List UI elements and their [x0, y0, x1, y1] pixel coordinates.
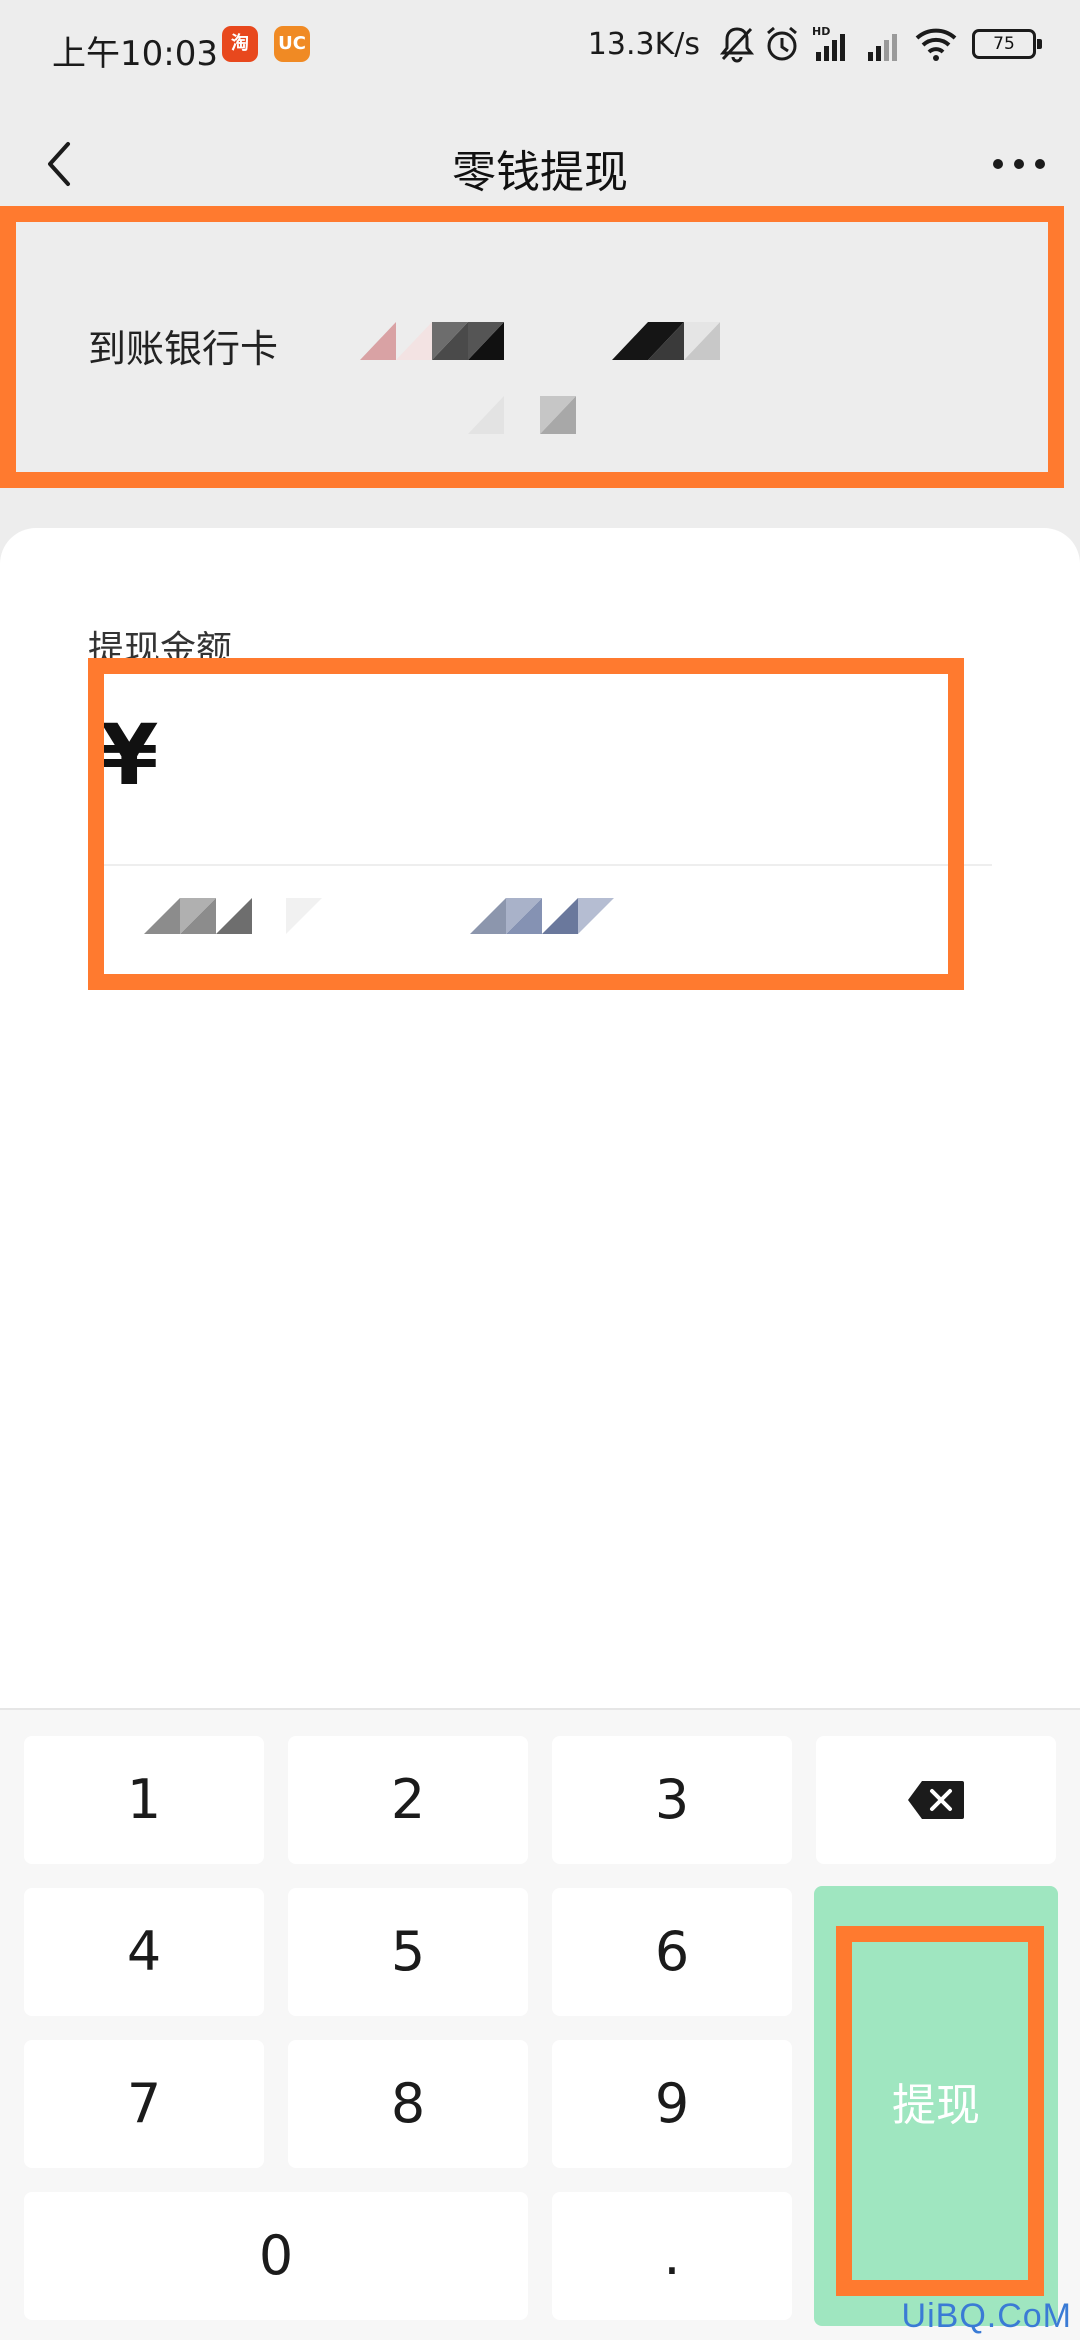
signal-icon [864, 24, 904, 64]
key-3-label: 3 [654, 1768, 690, 1831]
key-decimal-label: . [663, 2224, 681, 2287]
key-8-label: 8 [390, 2072, 426, 2135]
currency-symbol: ¥ [100, 706, 159, 804]
network-speed: 13.3K/s [587, 26, 700, 62]
amount-divider [88, 864, 992, 866]
masked-bank-name [360, 322, 504, 360]
key-1-label: 1 [126, 1768, 162, 1831]
alarm-icon [764, 24, 800, 64]
hd-signal-icon: HD [810, 24, 854, 64]
bank-card-label: 到账银行卡 [88, 327, 279, 371]
status-indicators: 13.3K/s HD 75 [587, 24, 1042, 64]
page-title: 零钱提现 [452, 147, 628, 198]
masked-balance-info [144, 898, 252, 934]
masked-card-detail [468, 396, 576, 434]
key-8[interactable]: 8 [288, 2040, 528, 2168]
battery-indicator: 75 [972, 29, 1042, 59]
key-2[interactable]: 2 [288, 1736, 528, 1864]
backspace-icon [908, 1781, 964, 1819]
withdraw-submit-label: 提现 [892, 2080, 980, 2131]
wifi-icon [914, 24, 958, 64]
mute-icon [720, 24, 754, 64]
more-dots-icon [993, 159, 1045, 169]
key-9[interactable]: 9 [552, 2040, 792, 2168]
key-6-label: 6 [654, 1920, 690, 1983]
taobao-icon: 淘 [222, 26, 258, 62]
key-4[interactable]: 4 [24, 1888, 264, 2016]
more-options-button[interactable] [984, 134, 1054, 194]
withdraw-submit-button[interactable]: 提现 [814, 1886, 1058, 2326]
key-4-label: 4 [126, 1920, 162, 1983]
key-0[interactable]: 0 [24, 2192, 528, 2320]
amount-label: 提现金额 [88, 629, 233, 670]
key-0-label: 0 [258, 2224, 294, 2287]
key-3[interactable]: 3 [552, 1736, 792, 1864]
masked-withdraw-all-link[interactable] [470, 898, 620, 934]
nav-bar: 零钱提现 [0, 110, 1080, 220]
key-1[interactable]: 1 [24, 1736, 264, 1864]
amount-input[interactable] [180, 720, 880, 810]
key-5-label: 5 [390, 1920, 426, 1983]
masked-balance-extra [286, 898, 322, 934]
watermark-text: UiBQ.CoM [901, 2297, 1072, 2335]
bank-card-row[interactable]: 到账银行卡 [0, 212, 1080, 480]
masked-card-number [612, 322, 720, 360]
key-decimal[interactable]: . [552, 2192, 792, 2320]
status-bar: 上午10:03 淘 UC 13.3K/s HD 75 [0, 0, 1080, 96]
numeric-keypad: 1 2 3 4 5 6 7 8 9 0 . 提现 [0, 1708, 1080, 2340]
key-7-label: 7 [126, 2072, 162, 2135]
key-6[interactable]: 6 [552, 1888, 792, 2016]
key-9-label: 9 [654, 2072, 690, 2135]
uc-browser-icon: UC [274, 26, 310, 62]
amount-card: 提现金额 ¥ [0, 528, 1080, 1713]
status-time: 上午10:03 [52, 34, 218, 74]
key-2-label: 2 [390, 1768, 426, 1831]
svg-text:HD: HD [812, 25, 830, 38]
key-7[interactable]: 7 [24, 2040, 264, 2168]
key-5[interactable]: 5 [288, 1888, 528, 2016]
backspace-key[interactable] [816, 1736, 1056, 1864]
